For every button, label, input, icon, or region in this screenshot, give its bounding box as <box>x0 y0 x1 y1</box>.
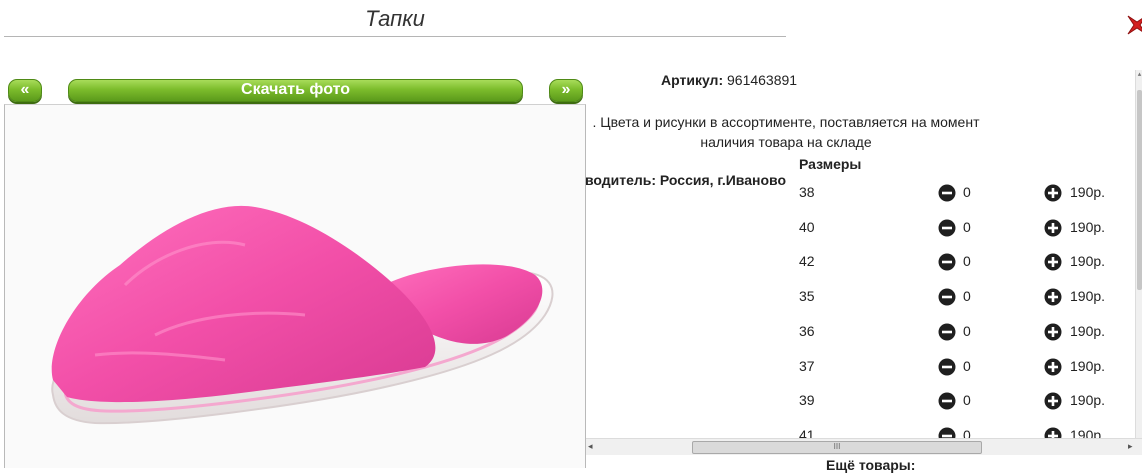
size-row: 39 0 190р. <box>799 392 1129 412</box>
size-row: 38 0 190р. <box>799 184 1129 204</box>
decrease-quantity-icon[interactable] <box>938 323 956 344</box>
price-value: 190р. <box>1070 184 1106 200</box>
title-divider <box>4 36 786 37</box>
download-photo-button[interactable]: Скачать фото <box>68 79 523 102</box>
page-title: Тапки <box>365 6 425 31</box>
product-photo <box>4 104 586 468</box>
description-line-1: . Цвета и рисунки в ассортименте, постав… <box>592 114 980 130</box>
size-row: 40 0 190р. <box>799 219 1129 239</box>
size-value: 39 <box>799 392 815 409</box>
price-value: 190р. <box>1070 253 1106 270</box>
decrease-quantity-icon[interactable] <box>938 358 956 379</box>
increase-quantity-icon[interactable] <box>1044 253 1062 274</box>
product-details-panel: . Цвета и рисунки в ассортименте, постав… <box>586 70 1141 440</box>
price-value: 190р. <box>1070 322 1106 339</box>
decrease-quantity-icon[interactable] <box>938 219 956 240</box>
horizontal-scrollbar[interactable]: ◂ III ▸ <box>586 438 1142 455</box>
quantity-value: 0 <box>963 322 971 339</box>
size-value: 36 <box>799 322 815 339</box>
size-value: 38 <box>799 184 815 200</box>
increase-quantity-icon[interactable] <box>1044 323 1062 344</box>
description-line-2: наличия товара на складе <box>700 134 872 150</box>
size-value: 42 <box>799 253 815 270</box>
scroll-right-arrow[interactable]: ▸ <box>1128 441 1133 452</box>
price-value: 190р. <box>1070 392 1106 409</box>
slipper-image <box>51 205 554 425</box>
decrease-quantity-icon[interactable] <box>938 392 956 413</box>
quantity-value: 0 <box>963 218 971 235</box>
increase-quantity-icon[interactable] <box>1044 184 1062 205</box>
scroll-left-arrow[interactable]: ◂ <box>588 441 593 452</box>
size-row: 37 0 190р. <box>799 358 1129 378</box>
product-description: . Цвета и рисунки в ассортименте, постав… <box>586 112 986 152</box>
price-value: 190р. <box>1070 357 1106 374</box>
size-row: 42 0 190р. <box>799 253 1129 273</box>
decrease-quantity-icon[interactable] <box>938 184 956 205</box>
vertical-scroll-thumb[interactable] <box>1137 90 1142 290</box>
quantity-value: 0 <box>963 184 971 200</box>
scroll-up-arrow[interactable]: ▴ <box>1136 70 1142 78</box>
previous-photo-button[interactable]: « <box>8 79 42 102</box>
quantity-value: 0 <box>963 392 971 409</box>
vertical-scrollbar[interactable]: ▴ <box>1135 70 1142 440</box>
sizes-heading: Размеры <box>799 156 862 172</box>
quantity-value: 0 <box>963 288 971 305</box>
close-icon[interactable] <box>1124 12 1142 38</box>
quantity-value: 0 <box>963 357 971 374</box>
size-row: 36 0 190р. <box>799 323 1129 343</box>
more-goods-heading: Ещё товары: <box>826 457 916 473</box>
horizontal-scroll-thumb[interactable]: III <box>692 441 982 454</box>
price-value: 190р. <box>1070 218 1106 235</box>
price-value: 190р. <box>1070 288 1106 305</box>
size-value: 40 <box>799 218 815 235</box>
quantity-value: 0 <box>963 253 971 270</box>
decrease-quantity-icon[interactable] <box>938 253 956 274</box>
size-value: 35 <box>799 288 815 305</box>
increase-quantity-icon[interactable] <box>1044 358 1062 379</box>
decrease-quantity-icon[interactable] <box>938 288 956 309</box>
increase-quantity-icon[interactable] <box>1044 219 1062 240</box>
increase-quantity-icon[interactable] <box>1044 392 1062 413</box>
size-row: 35 0 190р. <box>799 288 1129 308</box>
manufacturer-label: зводитель: Россия, г.Иваново <box>586 172 786 188</box>
increase-quantity-icon[interactable] <box>1044 288 1062 309</box>
size-value: 37 <box>799 357 815 374</box>
next-photo-button[interactable]: » <box>549 79 583 102</box>
